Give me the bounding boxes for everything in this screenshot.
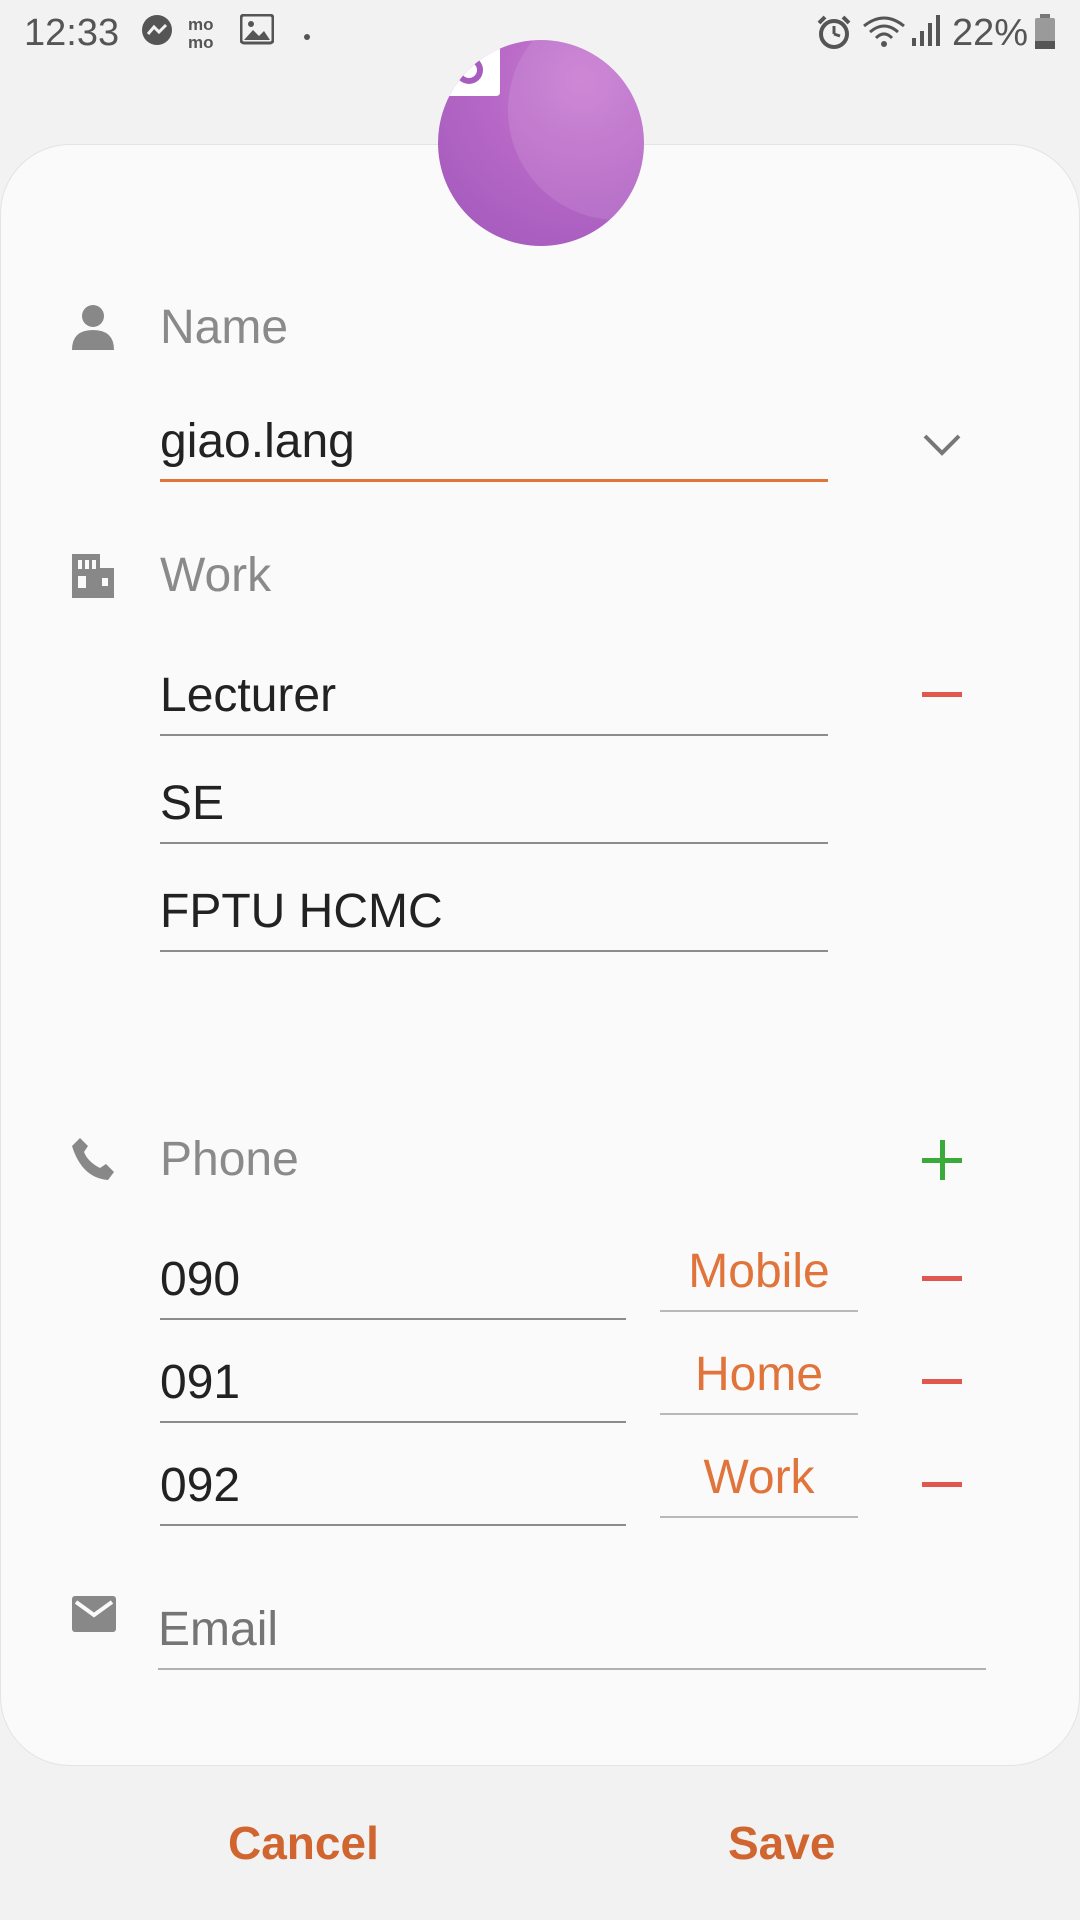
mail-icon — [72, 1596, 116, 1637]
phone-number-field[interactable] — [160, 1343, 626, 1423]
expand-name-button[interactable] — [922, 432, 962, 463]
work-field-company[interactable] — [160, 872, 828, 952]
phone-type-selector[interactable]: Work — [660, 1438, 858, 1518]
add-phone-button[interactable] — [922, 1140, 962, 1180]
name-input[interactable] — [160, 403, 828, 480]
email-input[interactable] — [158, 1590, 986, 1669]
battery-percent: 22% — [952, 12, 1029, 54]
phone-type-selector[interactable]: Home — [660, 1335, 858, 1415]
wifi-icon — [862, 14, 906, 55]
remove-phone-button[interactable] — [922, 1276, 962, 1281]
phone-number-input[interactable] — [160, 1343, 626, 1422]
building-icon — [72, 554, 114, 603]
work-field-department[interactable] — [160, 764, 828, 844]
dot-icon — [303, 28, 311, 46]
phone-section-label: Phone — [160, 1133, 299, 1186]
phone-number-input[interactable] — [160, 1240, 626, 1319]
svg-text:mo: mo — [188, 15, 214, 34]
job-title-input[interactable] — [160, 656, 828, 735]
name-field[interactable] — [160, 402, 828, 482]
alarm-icon — [816, 14, 852, 55]
email-field[interactable] — [158, 1590, 986, 1670]
person-icon — [72, 304, 114, 355]
phone-number-field[interactable] — [160, 1446, 626, 1526]
remove-phone-button[interactable] — [922, 1379, 962, 1384]
status-time: 12:33 — [24, 12, 120, 54]
save-button[interactable]: Save — [728, 1816, 835, 1870]
remove-phone-button[interactable] — [922, 1482, 962, 1487]
work-section-label: Work — [160, 549, 272, 602]
company-input[interactable] — [160, 872, 828, 951]
phone-type-selector[interactable]: Mobile — [660, 1232, 858, 1312]
phone-icon — [72, 1138, 114, 1185]
phone-number-field[interactable] — [160, 1240, 626, 1320]
department-input[interactable] — [160, 764, 828, 843]
messenger-icon — [140, 14, 174, 53]
signal-icon — [910, 14, 940, 53]
work-field-title[interactable] — [160, 656, 828, 736]
name-section-label: Name — [160, 301, 289, 354]
contact-photo-button[interactable] — [438, 40, 644, 246]
remove-work-button[interactable] — [922, 692, 962, 697]
cancel-button[interactable]: Cancel — [228, 1816, 379, 1870]
svg-text:mo: mo — [188, 33, 214, 50]
battery-icon — [1034, 14, 1056, 55]
gallery-icon — [239, 13, 275, 51]
momo-icon: mo mo — [188, 14, 224, 55]
phone-number-input[interactable] — [160, 1446, 626, 1525]
